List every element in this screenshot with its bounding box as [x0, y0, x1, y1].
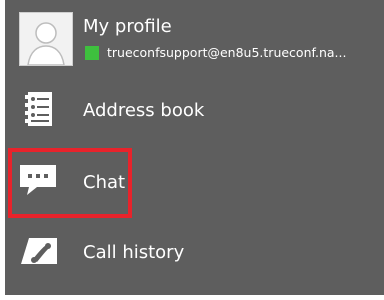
profile-title: My profile	[83, 16, 172, 37]
address-book-icon	[17, 89, 59, 131]
profile-email: trueconfsupport@en8u5.trueconf.na...	[107, 45, 347, 60]
sidebar-item-call-history[interactable]: Call history	[5, 222, 384, 282]
sidebar-item-label: Call history	[83, 242, 185, 263]
sidebar-item-label: Address book	[83, 100, 205, 121]
chat-icon	[17, 159, 59, 201]
my-profile-item[interactable]: My profile trueconfsupport@en8u5.truecon…	[5, 0, 384, 72]
sidebar-item-address-book[interactable]: Address book	[5, 80, 384, 140]
call-history-icon	[17, 230, 59, 272]
navigation-panel: My profile trueconfsupport@en8u5.truecon…	[5, 0, 384, 300]
user-avatar-icon	[19, 12, 73, 66]
bottom-margin	[0, 295, 384, 300]
sidebar-item-chat[interactable]: Chat	[5, 148, 384, 208]
sidebar-item-label: Chat	[83, 172, 126, 193]
status-indicator-icon	[85, 46, 99, 60]
